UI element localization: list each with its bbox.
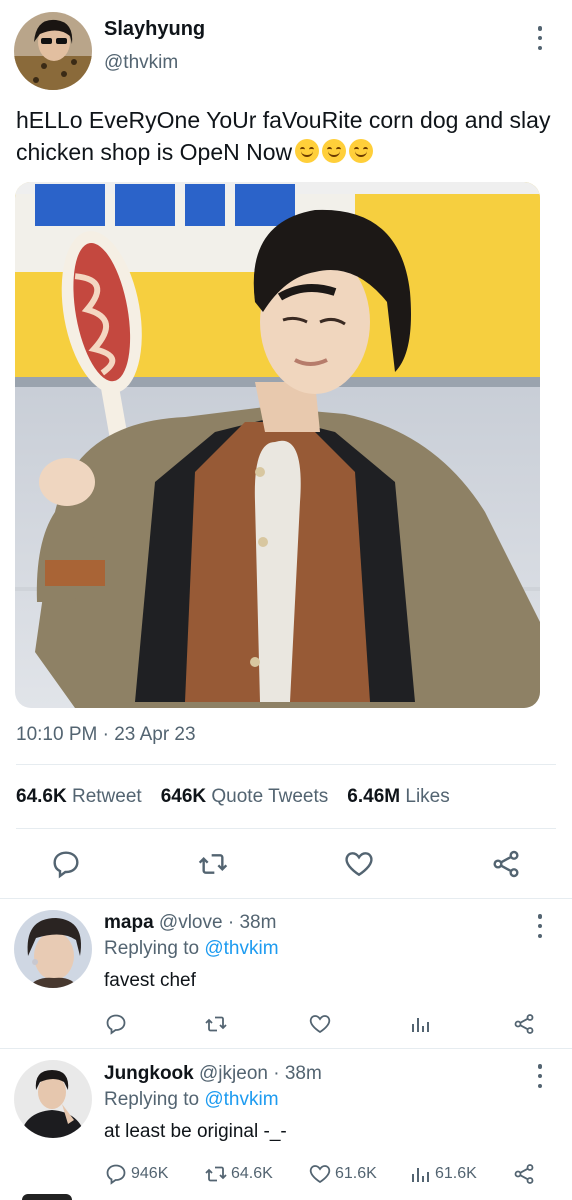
reply-author-name[interactable]: mapa <box>104 912 154 933</box>
reply-text: at least be original -_- <box>104 1121 287 1142</box>
reply-header: mapa @vlove · 38m <box>104 912 276 934</box>
views-count: 61.6K <box>435 1165 477 1182</box>
tweet-timestamp[interactable]: 10:10 PM · 23 Apr 23 <box>16 724 196 746</box>
replying-to-label: Replying to <box>104 938 200 959</box>
reply-avatar[interactable] <box>14 910 92 988</box>
divider <box>0 898 572 899</box>
like-action[interactable] <box>308 1012 332 1036</box>
views-action[interactable] <box>408 1012 432 1036</box>
replying-to-handle[interactable]: @thvkim <box>204 1089 278 1110</box>
heart-icon <box>309 1015 331 1034</box>
reply-icon[interactable] <box>50 848 82 885</box>
retweet-count: 64.6K <box>16 786 67 807</box>
share-action[interactable] <box>512 1162 536 1186</box>
divider <box>16 828 556 829</box>
analytics-icon <box>412 1168 429 1182</box>
reply-count: 946K <box>131 1165 169 1182</box>
smiling-face-emoji-icon <box>349 139 374 163</box>
share-action[interactable] <box>512 1012 536 1036</box>
tweet-text: hELLo EveRyOne YoUr faVouRite corn dog a… <box>16 107 551 165</box>
retweet-count: 64.6K <box>231 1165 273 1182</box>
reply-action[interactable]: 946K <box>104 1162 168 1186</box>
reply-author-handle[interactable]: @jkjeon <box>199 1063 268 1084</box>
likes-label: Likes <box>405 786 450 807</box>
divider <box>16 764 556 765</box>
likes-count: 6.46M <box>347 786 401 807</box>
smiling-face-emoji-icon <box>322 139 347 163</box>
reply-time[interactable]: · 38m <box>228 912 277 933</box>
views-action[interactable]: 61.6K <box>408 1162 477 1186</box>
reply-author-name[interactable]: Jungkook <box>104 1063 194 1084</box>
reply-header: Jungkook @jkjeon · 38m <box>104 1063 322 1085</box>
reply-author-handle[interactable]: @vlove <box>159 912 223 933</box>
replying-to: Replying to @thvkim <box>104 938 279 960</box>
divider <box>0 1048 572 1049</box>
retweet-icon[interactable] <box>197 848 229 885</box>
retweet-stat[interactable]: 64.6K Retweet <box>16 786 142 808</box>
tweet-text-block: hELLo EveRyOne YoUr faVouRite corn dog a… <box>16 104 566 168</box>
analytics-icon <box>412 1018 429 1032</box>
more-options-icon[interactable] <box>535 26 545 50</box>
tweet-stats: 64.6K Retweet 646K Quote Tweets 6.46M Li… <box>16 786 450 808</box>
reply-action[interactable] <box>104 1012 128 1036</box>
retweet-action[interactable]: 64.6K <box>204 1162 273 1186</box>
retweet-icon <box>205 1016 227 1032</box>
replying-to: Replying to @thvkim <box>104 1089 279 1111</box>
author-avatar[interactable] <box>14 12 92 90</box>
retweet-icon <box>205 1166 227 1182</box>
reply-avatar[interactable] <box>14 1060 92 1138</box>
share-icon <box>514 1014 534 1034</box>
author-handle[interactable]: @thvkim <box>104 52 178 74</box>
smiling-face-emoji-icon <box>295 139 320 163</box>
retweet-label: Retweet <box>71 786 142 807</box>
more-options-icon[interactable] <box>535 1064 545 1088</box>
reply-time[interactable]: · 38m <box>273 1063 322 1084</box>
quote-label: Quote Tweets <box>211 786 329 807</box>
heart-icon <box>309 1165 331 1184</box>
reply-icon <box>106 1014 126 1035</box>
author-name[interactable]: Slayhyung <box>104 18 205 41</box>
replying-to-label: Replying to <box>104 1089 200 1110</box>
reply-icon <box>106 1164 126 1185</box>
quote-stat[interactable]: 646K Quote Tweets <box>161 786 329 808</box>
quote-count: 646K <box>160 786 207 807</box>
share-icon <box>514 1164 534 1184</box>
next-reply-avatar[interactable] <box>22 1194 72 1200</box>
likes-stat[interactable]: 6.46M Likes <box>347 786 449 808</box>
like-action[interactable]: 61.6K <box>308 1162 377 1186</box>
retweet-action[interactable] <box>204 1012 228 1036</box>
tweet-photo[interactable] <box>15 182 540 708</box>
like-count: 61.6K <box>335 1165 377 1182</box>
replying-to-handle[interactable]: @thvkim <box>204 938 278 959</box>
reply-text: favest chef <box>104 970 196 991</box>
more-options-icon[interactable] <box>535 914 545 938</box>
share-icon[interactable] <box>490 848 522 885</box>
heart-icon[interactable] <box>343 848 375 885</box>
